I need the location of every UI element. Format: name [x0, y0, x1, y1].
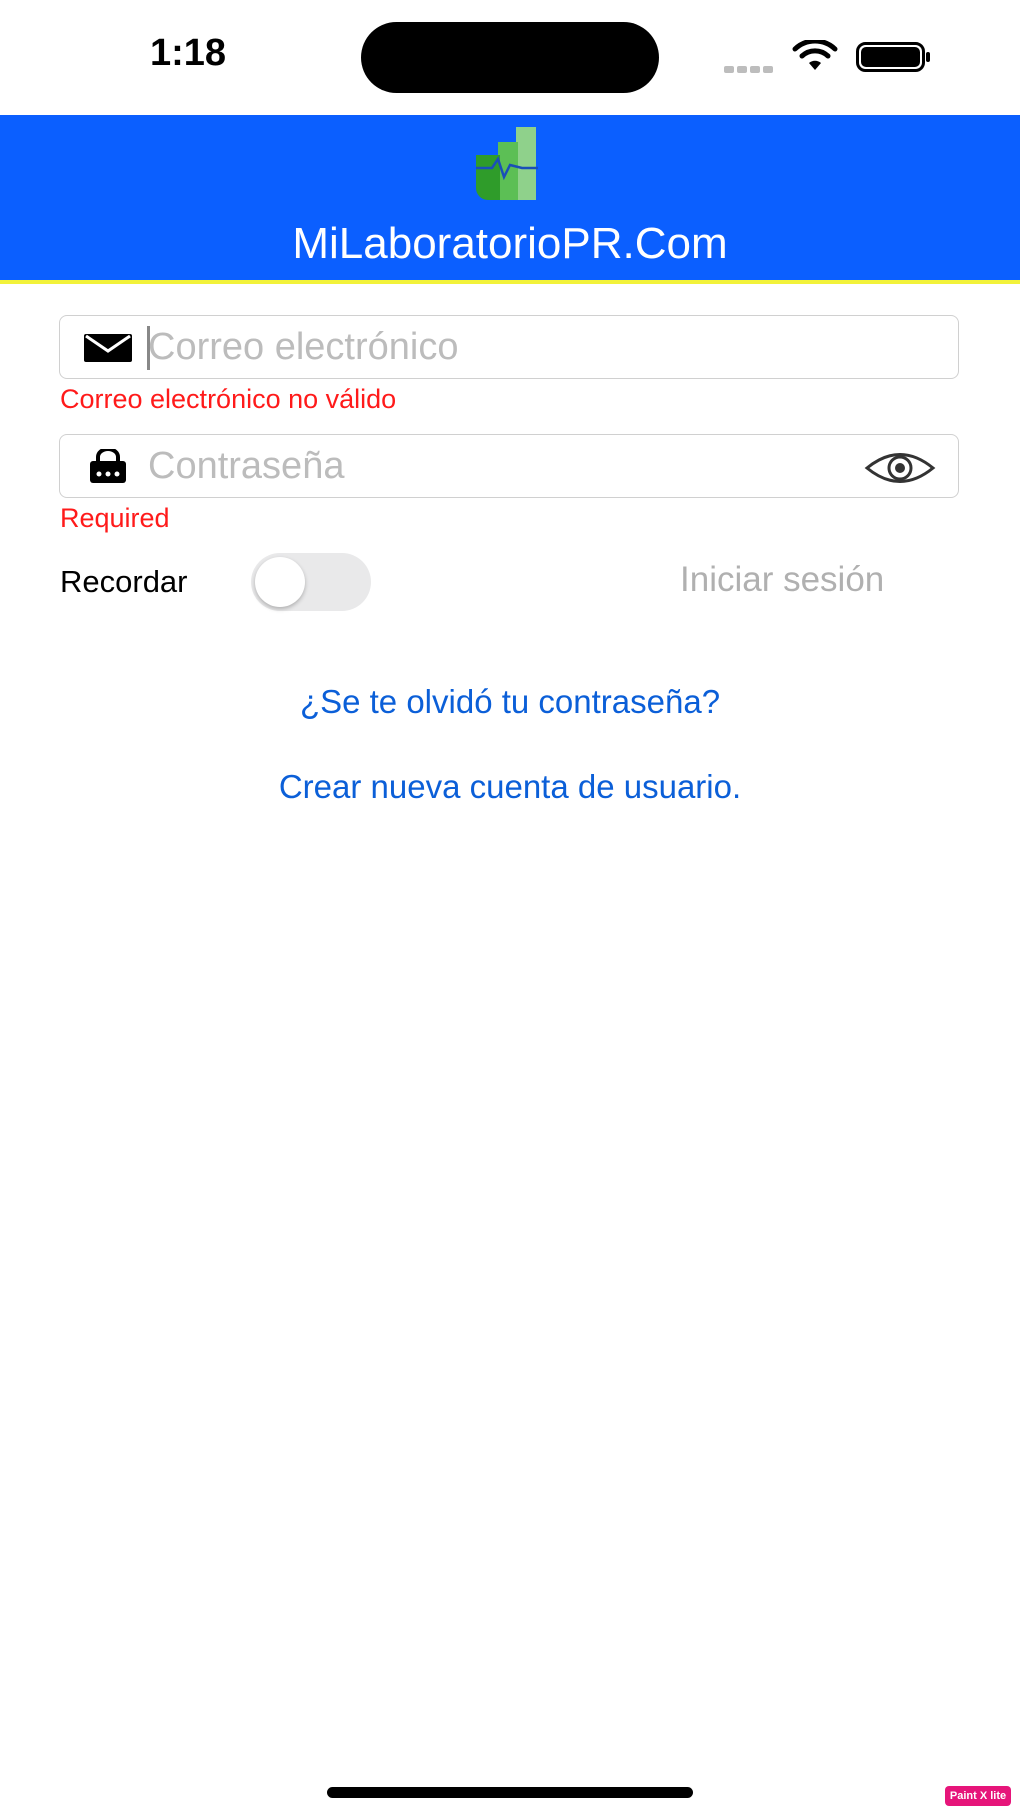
- email-field[interactable]: [59, 315, 959, 379]
- app-header: MiLaboratorioPR.Com: [0, 115, 1020, 284]
- login-button[interactable]: Iniciar sesión: [680, 560, 884, 600]
- lab-logo: [476, 127, 538, 200]
- remember-toggle[interactable]: [251, 553, 371, 611]
- wifi-icon: [792, 40, 838, 70]
- battery-icon: [856, 42, 930, 72]
- password-field[interactable]: [59, 434, 959, 498]
- email-input[interactable]: [148, 322, 848, 372]
- cellular-signal-icon: [724, 60, 776, 73]
- create-account-link[interactable]: Crear nueva cuenta de usuario.: [0, 768, 1020, 806]
- home-indicator: [327, 1787, 693, 1798]
- eye-icon[interactable]: [864, 449, 936, 487]
- dynamic-island: [361, 22, 659, 93]
- envelope-icon: [84, 334, 132, 362]
- forgot-password-link[interactable]: ¿Se te olvidó tu contraseña?: [0, 683, 1020, 721]
- password-input[interactable]: [148, 441, 848, 491]
- remember-label: Recordar: [60, 564, 188, 599]
- status-time: 1:18: [150, 32, 227, 74]
- email-error: Correo electrónico no válido: [60, 384, 397, 414]
- lock-icon: [90, 449, 126, 483]
- watermark-logo: Paint X lite: [945, 1786, 1011, 1806]
- app-title: MiLaboratorioPR.Com: [292, 219, 728, 268]
- toggle-knob: [255, 557, 305, 607]
- password-error: Required: [60, 503, 170, 533]
- status-bar: 1:18: [0, 0, 1020, 115]
